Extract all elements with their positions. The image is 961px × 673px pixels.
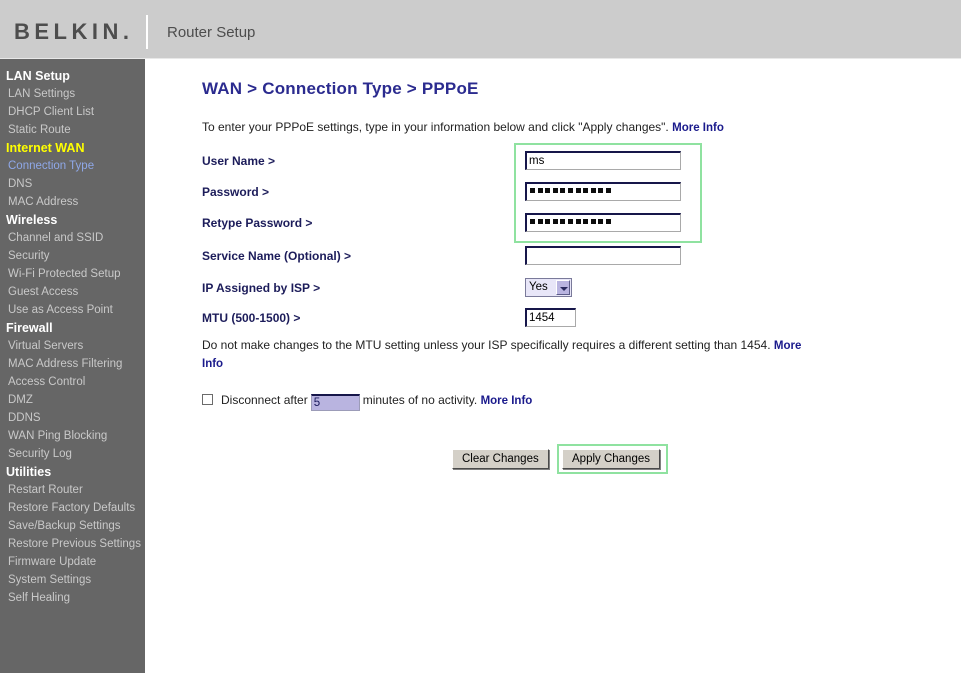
field-row-user-name: User Name > (202, 151, 902, 173)
sidebar-item-firmware-update[interactable]: Firmware Update (0, 553, 145, 571)
sidebar-item-dhcp-client-list[interactable]: DHCP Client List (0, 103, 145, 121)
sidebar-item-wan-ping-blocking[interactable]: WAN Ping Blocking (0, 427, 145, 445)
intro-more-info-link[interactable]: More Info (672, 122, 724, 134)
sidebar-item-use-as-access-point[interactable]: Use as Access Point (0, 301, 145, 319)
page-header: BELKIN. Router Setup (0, 0, 961, 58)
sidebar-item-system-settings[interactable]: System Settings (0, 571, 145, 589)
sidebar-item-access-control[interactable]: Access Control (0, 373, 145, 391)
sidebar-group-wireless: Wireless (6, 213, 58, 227)
header-divider (146, 15, 148, 49)
main-content: WAN > Connection Type > PPPoE To enter y… (145, 59, 961, 673)
clear-changes-button[interactable]: Clear Changes (452, 449, 549, 469)
app-title: Router Setup (167, 24, 256, 41)
ip-assigned-selected-value: Yes (529, 281, 548, 293)
user-name-label: User Name > (202, 154, 276, 168)
disconnect-checkbox[interactable] (202, 394, 213, 405)
field-row-mtu: MTU (500-1500) > (202, 308, 902, 330)
sidebar-item-dns[interactable]: DNS (0, 175, 145, 193)
sidebar-item-mac-address-filtering[interactable]: MAC Address Filtering (0, 355, 145, 373)
service-name-label: Service Name (Optional) > (202, 249, 352, 263)
sidebar-item-self-healing[interactable]: Self Healing (0, 589, 145, 607)
disconnect-label-after: minutes of no activity. (362, 393, 478, 407)
sidebar-item-wi-fi-protected-setup[interactable]: Wi-Fi Protected Setup (0, 265, 145, 283)
sidebar-item-restore-previous-settings[interactable]: Restore Previous Settings (0, 535, 145, 553)
mtu-input[interactable] (525, 308, 576, 327)
sidebar-group-utilities: Utilities (6, 465, 52, 479)
sidebar-item-lan-settings[interactable]: LAN Settings (0, 85, 145, 103)
brand-text: BELKIN (14, 19, 123, 44)
disconnect-label-before: Disconnect after (221, 393, 308, 407)
button-row: Clear Changes Apply Changes (202, 442, 902, 476)
mtu-note: Do not make changes to the MTU setting u… (202, 337, 822, 373)
sidebar-item-guest-access[interactable]: Guest Access (0, 283, 145, 301)
disconnect-minutes-input[interactable] (310, 394, 360, 411)
sidebar-item-security-log[interactable]: Security Log (0, 445, 145, 463)
field-row-service-name: Service Name (Optional) > (202, 246, 902, 268)
intro-sentence: To enter your PPPoE settings, type in yo… (202, 120, 669, 134)
sidebar-item-security[interactable]: Security (0, 247, 145, 265)
brand-dot: . (122, 19, 130, 44)
sidebar-group-lan-setup: LAN Setup (6, 69, 70, 83)
sidebar-item-virtual-servers[interactable]: Virtual Servers (0, 337, 145, 355)
retype-password-label: Retype Password > (202, 216, 313, 230)
password-label: Password > (202, 185, 270, 199)
sidebar-group-internet-wan: Internet WAN (6, 141, 85, 155)
ip-assigned-select[interactable]: Yes (525, 278, 572, 297)
disconnect-more-info-link[interactable]: More Info (481, 395, 533, 407)
field-row-password: Password > (202, 182, 902, 204)
sidebar-item-channel-and-ssid[interactable]: Channel and SSID (0, 229, 145, 247)
belkin-logo: BELKIN. (14, 19, 129, 45)
sidebar-item-mac-address[interactable]: MAC Address (0, 193, 145, 211)
disconnect-row: Disconnect afterminutes of no activity. … (202, 393, 532, 411)
sidebar-item-save-backup-settings[interactable]: Save/Backup Settings (0, 517, 145, 535)
router-setup-page: BELKIN. Router Setup LAN Setup LAN Settin… (0, 0, 961, 673)
sidebar-item-restore-factory-defaults[interactable]: Restore Factory Defaults (0, 499, 145, 517)
sidebar-item-static-route[interactable]: Static Route (0, 121, 145, 139)
mtu-note-text: Do not make changes to the MTU setting u… (202, 338, 771, 352)
sidebar-item-connection-type[interactable]: Connection Type (0, 157, 145, 175)
chevron-down-icon[interactable] (556, 280, 570, 295)
service-name-input[interactable] (525, 246, 681, 265)
intro-text: To enter your PPPoE settings, type in yo… (202, 120, 724, 134)
retype-password-input[interactable] (525, 213, 681, 232)
sidebar-group-firewall: Firewall (6, 321, 53, 335)
field-row-retype-password: Retype Password > (202, 213, 902, 235)
user-name-input[interactable] (525, 151, 681, 170)
ip-assigned-label: IP Assigned by ISP > (202, 281, 321, 295)
sidebar-item-restart-router[interactable]: Restart Router (0, 481, 145, 499)
apply-changes-button[interactable]: Apply Changes (562, 449, 660, 469)
sidebar-nav: LAN Setup LAN Settings DHCP Client List Sta… (0, 59, 145, 673)
password-input[interactable] (525, 182, 681, 201)
mtu-label: MTU (500-1500) > (202, 311, 301, 325)
field-row-ip-assigned: IP Assigned by ISP > Yes (202, 278, 902, 300)
sidebar-item-ddns[interactable]: DDNS (0, 409, 145, 427)
sidebar-item-dmz[interactable]: DMZ (0, 391, 145, 409)
page-title: WAN > Connection Type > PPPoE (202, 79, 479, 98)
